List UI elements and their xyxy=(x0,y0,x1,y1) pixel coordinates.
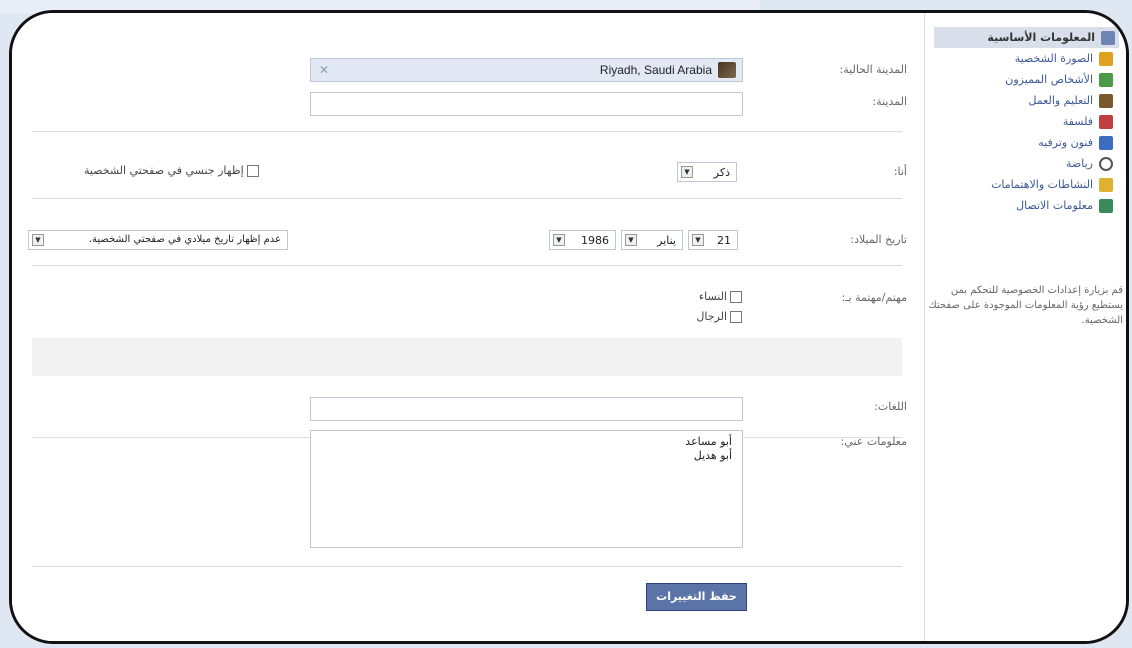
interested-in-label: مهتم/مهتمة بـ: xyxy=(841,291,907,304)
sidebar-nav: المعلومات الأساسية الصورة الشخصية الأشخا… xyxy=(934,27,1119,216)
birth-year-select[interactable]: 1986 ▼ xyxy=(549,230,616,250)
about-me-label: معلومات عني: xyxy=(840,435,907,448)
sports-icon xyxy=(1099,156,1113,171)
show-gender-checkbox-row[interactable]: إظهار جنسي في صفحتي الشخصية xyxy=(84,164,259,177)
sidebar-item-featured-people[interactable]: الأشخاص المميزون xyxy=(934,69,1119,90)
languages-label: اللغات: xyxy=(874,400,907,413)
remove-city-icon[interactable]: ✕ xyxy=(319,63,329,77)
hometown-input[interactable] xyxy=(310,92,743,116)
current-city-field[interactable]: ✕ Riyadh, Saudi Arabia xyxy=(310,58,743,82)
interested-men-checkbox[interactable] xyxy=(730,310,742,323)
i-am-label: أنا: xyxy=(893,165,907,178)
current-city-value: Riyadh, Saudi Arabia xyxy=(599,63,712,77)
sidebar-item-label: الصورة الشخصية xyxy=(1014,52,1093,65)
sidebar-item-label: الأشخاص المميزون xyxy=(1005,73,1093,86)
divider xyxy=(32,131,902,132)
basic-info-form: المدينة الحالية: ✕ Riyadh, Saudi Arabia … xyxy=(12,13,925,641)
divider xyxy=(32,265,902,266)
philosophy-icon xyxy=(1099,114,1113,129)
sidebar-item-label: فلسفة xyxy=(1062,115,1093,128)
save-changes-button[interactable]: حفظ التغييرات xyxy=(646,583,747,611)
section-band xyxy=(32,338,902,376)
birthday-visibility-select[interactable]: عدم إظهار تاريخ ميلادي في صفحتي الشخصية.… xyxy=(28,230,288,250)
sidebar-item-basic-info[interactable]: المعلومات الأساسية xyxy=(934,27,1119,48)
chevron-down-icon: ▼ xyxy=(32,234,44,246)
sidebar-item-label: رياضة xyxy=(1066,157,1093,170)
basic-info-icon xyxy=(1101,30,1115,45)
chevron-down-icon: ▼ xyxy=(692,234,704,246)
interested-men-row[interactable]: الرجال xyxy=(696,310,742,323)
show-gender-checkbox[interactable] xyxy=(246,164,259,177)
birth-month-select[interactable]: يناير ▼ xyxy=(621,230,683,250)
sidebar-item-activities-interests[interactable]: النشاطات والاهتمامات xyxy=(934,174,1119,195)
profile-sections-sidebar: المعلومات الأساسية الصورة الشخصية الأشخا… xyxy=(925,13,1126,641)
city-thumbnail-icon xyxy=(718,62,736,78)
interested-women-checkbox[interactable] xyxy=(730,290,742,303)
interested-men-label: الرجال xyxy=(696,310,727,323)
languages-input[interactable] xyxy=(310,397,743,421)
sidebar-item-label: المعلومات الأساسية xyxy=(987,31,1095,44)
birth-month-value: يناير xyxy=(657,234,676,247)
gender-select[interactable]: ذكر ▼ xyxy=(677,162,737,182)
chevron-down-icon: ▼ xyxy=(553,234,565,246)
privacy-settings-note[interactable]: قم بزيارة إعدادات الخصوصية للتحكم بمن يس… xyxy=(928,283,1123,328)
interested-women-row[interactable]: النساء xyxy=(699,290,742,303)
birthday-label: تاريخ الميلاد: xyxy=(850,233,907,246)
birth-day-select[interactable]: 21 ▼ xyxy=(688,230,738,250)
sidebar-item-label: النشاطات والاهتمامات xyxy=(991,178,1093,191)
birth-day-value: 21 xyxy=(717,234,731,247)
show-gender-label: إظهار جنسي في صفحتي الشخصية xyxy=(84,164,244,177)
hometown-label: المدينة: xyxy=(872,95,907,108)
sidebar-item-label: فنون وترفيه xyxy=(1038,136,1093,149)
education-work-icon xyxy=(1099,93,1113,108)
contact-info-icon xyxy=(1099,198,1113,213)
sidebar-item-arts-entertainment[interactable]: فنون وترفيه xyxy=(934,132,1119,153)
sidebar-item-profile-picture[interactable]: الصورة الشخصية xyxy=(934,48,1119,69)
arts-entertainment-icon xyxy=(1099,135,1113,150)
sidebar-item-contact-info[interactable]: معلومات الاتصال xyxy=(934,195,1119,216)
chevron-down-icon: ▼ xyxy=(681,166,693,178)
featured-people-icon xyxy=(1099,72,1113,87)
sidebar-item-education-work[interactable]: التعليم والعمل xyxy=(934,90,1119,111)
divider xyxy=(32,566,902,567)
gender-value: ذكر xyxy=(713,166,730,179)
birthday-visibility-value: عدم إظهار تاريخ ميلادي في صفحتي الشخصية. xyxy=(88,234,281,245)
current-city-label: المدينة الحالية: xyxy=(839,63,907,76)
sidebar-item-sports[interactable]: رياضة xyxy=(934,153,1119,174)
chevron-down-icon: ▼ xyxy=(625,234,637,246)
activities-interests-icon xyxy=(1099,177,1113,192)
interested-women-label: النساء xyxy=(698,290,727,303)
divider xyxy=(32,198,902,199)
profile-picture-icon xyxy=(1099,51,1113,66)
birth-year-value: 1986 xyxy=(581,234,609,247)
sidebar-item-label: معلومات الاتصال xyxy=(1016,199,1093,212)
profile-edit-window: المدينة الحالية: ✕ Riyadh, Saudi Arabia … xyxy=(9,10,1129,644)
sidebar-item-label: التعليم والعمل xyxy=(1028,94,1093,107)
about-me-textarea[interactable]: أبو مساعد أبو هديل xyxy=(310,430,743,548)
sidebar-item-philosophy[interactable]: فلسفة xyxy=(934,111,1119,132)
